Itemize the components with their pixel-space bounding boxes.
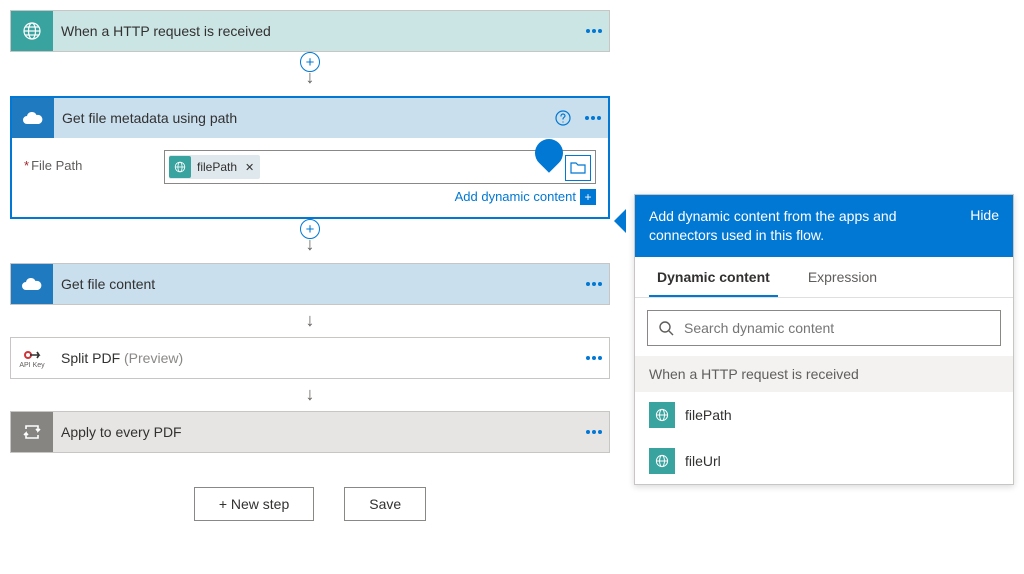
http-icon — [649, 448, 675, 474]
save-button[interactable]: Save — [344, 487, 426, 521]
http-icon — [649, 402, 675, 428]
token-filepath[interactable]: filePath ✕ — [169, 155, 260, 179]
step-http-trigger[interactable]: When a HTTP request is received — [10, 10, 610, 52]
step-menu-button[interactable] — [579, 412, 609, 452]
http-icon — [11, 11, 53, 51]
help-button[interactable] — [548, 98, 578, 138]
file-path-field: *File Path filePath ✕ — [24, 150, 596, 205]
panel-tabs: Dynamic content Expression — [635, 257, 1013, 298]
plus-icon: + — [580, 189, 596, 205]
http-icon — [169, 156, 191, 178]
connector: ↓ — [10, 379, 610, 411]
connector: + ↓ — [10, 219, 610, 263]
tab-expression[interactable]: Expression — [800, 257, 885, 297]
dynamic-content-panel: Add dynamic content from the apps and co… — [634, 194, 1014, 485]
panel-header: Add dynamic content from the apps and co… — [635, 195, 1013, 257]
search-input[interactable] — [684, 320, 990, 336]
loop-icon — [11, 412, 53, 452]
api-key-icon: API Key — [11, 338, 53, 378]
drop-indicator — [529, 133, 569, 173]
dynamic-item-filepath[interactable]: filePath — [635, 392, 1013, 438]
item-label: fileUrl — [685, 453, 721, 469]
content-group-header: When a HTTP request is received — [635, 356, 1013, 392]
item-label: filePath — [685, 407, 732, 423]
connector: + ↓ — [10, 52, 610, 96]
step-title: Get file content — [53, 276, 579, 292]
field-label: *File Path — [24, 150, 164, 173]
step-get-file-content[interactable]: Get file content — [10, 263, 610, 305]
footer-buttons: + New step Save — [10, 487, 610, 521]
panel-header-text: Add dynamic content from the apps and co… — [649, 207, 970, 245]
step-split-pdf[interactable]: API Key Split PDF (Preview) — [10, 337, 610, 379]
onedrive-icon — [12, 98, 54, 138]
arrow-icon: ↓ — [306, 70, 315, 84]
tab-dynamic-content[interactable]: Dynamic content — [649, 257, 778, 297]
arrow-icon: ↓ — [306, 387, 315, 401]
step-get-file-metadata[interactable]: Get file metadata using path *File Path … — [10, 96, 610, 219]
step-menu-button[interactable] — [579, 11, 609, 51]
search-icon — [658, 320, 674, 336]
panel-pointer — [614, 209, 626, 233]
flow-canvas: When a HTTP request is received + ↓ Get … — [10, 10, 610, 521]
step-menu-button[interactable] — [579, 264, 609, 304]
onedrive-icon — [11, 264, 53, 304]
dynamic-item-fileurl[interactable]: fileUrl — [635, 438, 1013, 484]
file-path-input[interactable]: filePath ✕ — [164, 150, 596, 184]
search-input-wrap[interactable] — [647, 310, 1001, 346]
browse-folder-button[interactable] — [565, 155, 591, 181]
new-step-button[interactable]: + New step — [194, 487, 314, 521]
step-title: Get file metadata using path — [54, 110, 548, 126]
token-remove[interactable]: ✕ — [243, 161, 254, 174]
step-title: Apply to every PDF — [53, 424, 579, 440]
step-apply-to-each[interactable]: Apply to every PDF — [10, 411, 610, 453]
step-title: When a HTTP request is received — [53, 23, 579, 39]
step-menu-button[interactable] — [578, 98, 608, 138]
arrow-icon: ↓ — [306, 313, 315, 327]
add-dynamic-content-link[interactable]: Add dynamic content+ — [455, 189, 596, 204]
hide-panel-button[interactable]: Hide — [970, 207, 999, 223]
token-label: filePath — [197, 160, 237, 174]
step-title: Split PDF (Preview) — [53, 350, 579, 366]
connector: ↓ — [10, 305, 610, 337]
step-menu-button[interactable] — [579, 338, 609, 378]
arrow-icon: ↓ — [306, 237, 315, 251]
